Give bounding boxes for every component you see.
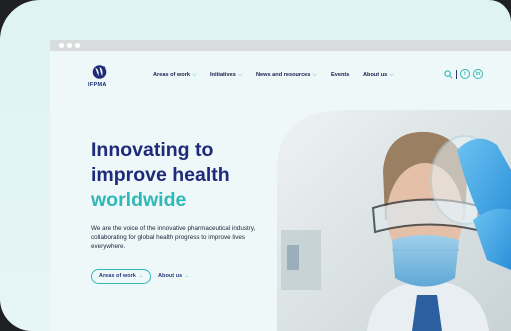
search-icon[interactable] [444, 69, 453, 79]
browser-window: IFPMA Areas of work ⌵ Initiatives ⌵ News a… [50, 40, 511, 331]
showcase-card: IFPMA Areas of work ⌵ Initiatives ⌵ News a… [0, 0, 511, 331]
nav-item-label: Events [331, 72, 350, 78]
nav-item-events[interactable]: Events [331, 72, 349, 78]
browser-chrome [50, 40, 511, 51]
ifpma-logo-icon[interactable] [91, 64, 108, 80]
hero-scientist-image [277, 110, 511, 331]
nav-item-news-and-resources[interactable]: News and resources ⌵ [256, 72, 317, 79]
linkedin-icon[interactable]: in [473, 69, 483, 79]
button-label: Areas of work [98, 273, 136, 279]
nav-item-label: News and resources [256, 72, 311, 78]
chevron-down-icon: ⌵ [389, 72, 394, 78]
nav-item-label: Areas of work [153, 72, 190, 78]
link-label: About us [158, 273, 183, 279]
hero-title-line: improve health [91, 164, 230, 186]
chevron-down-icon: ⌵ [312, 72, 317, 78]
logo-text[interactable]: IFPMA [88, 82, 107, 88]
window-dot [59, 43, 64, 48]
chevron-down-icon: ⌵ [192, 72, 197, 78]
about-us-link[interactable]: About us → [158, 269, 189, 284]
window-dot [67, 43, 72, 48]
hero-title-accent: worldwide [91, 189, 187, 211]
hero-title: Innovating to improve health worldwide [91, 138, 230, 213]
arrow-right-icon: → [183, 273, 190, 279]
header-icons: t in [444, 68, 483, 80]
nav-item-initiatives[interactable]: Initiatives ⌵ [210, 72, 242, 79]
twitter-icon[interactable]: t [460, 69, 470, 79]
nav-item-label: About us [363, 72, 388, 78]
chevron-down-icon: ⌵ [237, 72, 243, 78]
hero-subtitle: We are the voice of the innovative pharm… [91, 225, 256, 251]
areas-of-work-button[interactable]: Areas of work → [91, 269, 151, 284]
nav-item-areas-of-work[interactable]: Areas of work ⌵ [153, 72, 197, 79]
divider [456, 69, 457, 79]
window-dot [75, 43, 80, 48]
nav-item-about-us[interactable]: About us ⌵ [363, 72, 394, 79]
hero-title-line: Innovating to [91, 139, 214, 161]
nav-item-label: Initiatives [210, 72, 236, 78]
site-header: IFPMA Areas of work ⌵ Initiatives ⌵ News a… [50, 51, 511, 99]
arrow-right-icon: → [137, 273, 144, 279]
